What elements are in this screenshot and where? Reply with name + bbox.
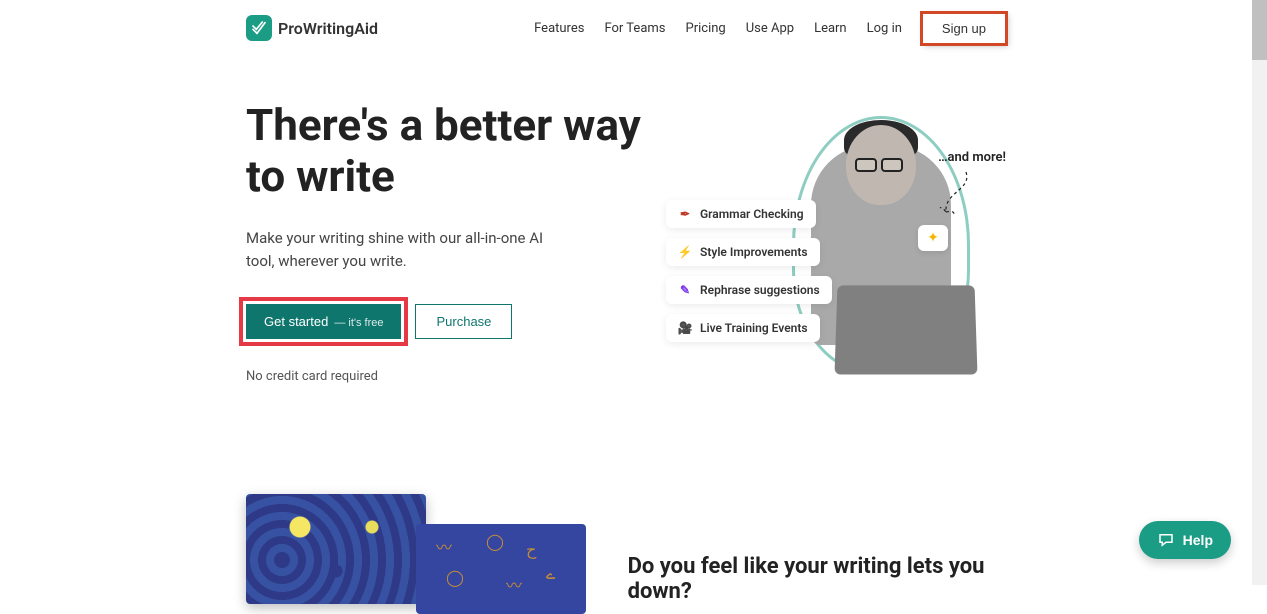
hero-title: There's a better way to write [246,100,666,201]
laptop-illustration [835,285,978,374]
brand[interactable]: ProWritingAid [246,15,378,41]
nav-for-teams[interactable]: For Teams [604,21,665,36]
pill-grammar-label: Grammar Checking [700,207,804,221]
brand-logo-icon [246,15,272,41]
nav-learn[interactable]: Learn [814,21,847,36]
nav-features[interactable]: Features [534,21,584,36]
chat-icon [1157,531,1175,549]
pen-icon: ✒ [678,207,692,221]
brand-name: ProWritingAid [278,19,378,38]
pill-live: 🎥 Live Training Events [666,314,820,342]
blank-canvas: 〰 ◯ ح ◯ 〰 ے [416,524,586,614]
pill-rephrase: ✎ Rephrase suggestions [666,276,832,304]
top-nav: ProWritingAid Features For Teams Pricing… [246,6,1006,50]
scrollbar-thumb[interactable] [1252,0,1267,60]
camera-icon: 🎥 [678,321,692,335]
help-widget-button[interactable]: Help [1139,521,1231,559]
help-label: Help [1183,532,1213,548]
section2-title: Do you feel like your writing lets you d… [628,554,1006,604]
feature-pills: ✒ Grammar Checking ⚡ Style Improvements … [666,200,832,342]
section-2: 〰 ◯ ح ◯ 〰 ے Do you feel like your writin… [246,494,1006,614]
pill-style-label: Style Improvements [700,245,808,259]
no-card-note: No credit card required [246,369,666,384]
scrollbar-track[interactable] [1252,0,1267,585]
hero-section: There's a better way to write Make your … [246,100,1006,384]
hero-subtitle: Make your writing shine with our all-in-… [246,227,566,274]
pill-style: ⚡ Style Improvements [666,238,820,266]
purchase-button[interactable]: Purchase [415,304,512,339]
get-started-label: Get started [264,314,328,329]
hero-illustration: ✦ …and more! ✒ Grammar Checking ⚡ Style … [686,100,1006,384]
nav-pricing[interactable]: Pricing [686,21,726,36]
wand-icon: ✎ [678,283,692,297]
signup-button[interactable]: Sign up [922,13,1006,44]
hero-left: There's a better way to write Make your … [246,100,666,384]
nav-right: Features For Teams Pricing Use App Learn… [534,13,1006,44]
pill-rephrase-label: Rephrase suggestions [700,283,820,297]
nav-login[interactable]: Log in [867,21,902,36]
starry-night-image [246,494,426,604]
get-started-sub: — it's free [334,317,383,329]
get-started-button[interactable]: Get started — it's free [246,304,401,339]
cta-row: Get started — it's free Purchase [246,304,666,339]
arrow-squiggle-icon [936,170,976,230]
pill-grammar: ✒ Grammar Checking [666,200,816,228]
and-more-label: …and more! [938,150,1006,165]
nav-use-app[interactable]: Use App [746,21,794,36]
art-illustration: 〰 ◯ ح ◯ 〰 ے [246,494,548,614]
pill-live-label: Live Training Events [700,321,808,335]
bolt-icon: ⚡ [678,245,692,259]
